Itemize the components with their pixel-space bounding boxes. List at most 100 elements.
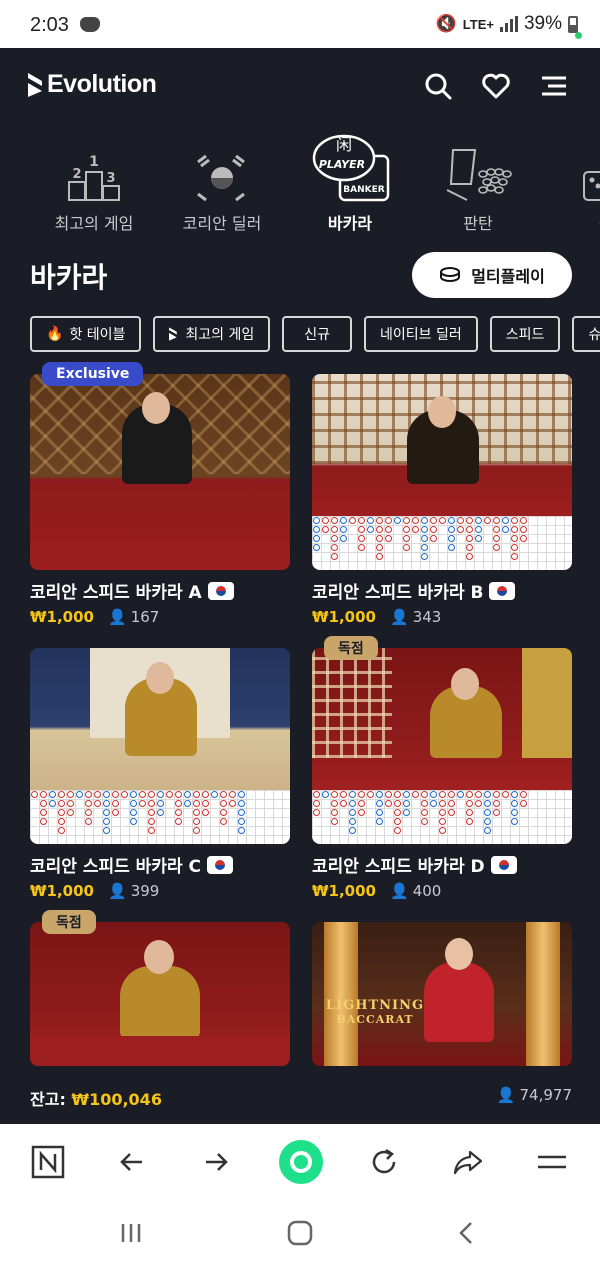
roadmap-dot [148, 818, 155, 825]
roadmap-dot [166, 791, 173, 798]
tab-dice[interactable]: 식 [546, 124, 600, 234]
system-nav-bar [0, 1200, 600, 1267]
roadmap-dot [40, 818, 47, 825]
player-count-text: 400 [412, 882, 442, 900]
back-button[interactable] [112, 1142, 152, 1182]
player-count-text: 399 [130, 882, 160, 900]
status-right: 🔇 LTE+ 39% [436, 13, 578, 35]
roadmap-dot [58, 827, 65, 834]
player-count: 👤 399 [108, 882, 159, 900]
roadmap-dot [394, 800, 401, 807]
roadmap-dot [349, 791, 356, 798]
refresh-icon [372, 1148, 396, 1174]
reload-button[interactable] [364, 1142, 404, 1182]
flame-icon: 🔥 [46, 326, 64, 342]
roadmap-dot [349, 827, 356, 834]
roadmap-dot [193, 818, 200, 825]
filter-top-games[interactable]: 최고의 게임 [153, 316, 271, 352]
privacy-dot-icon [575, 32, 582, 39]
game-thumbnail [30, 374, 290, 570]
roadmap-dot [493, 526, 500, 533]
roadmap-dot [448, 535, 455, 542]
roadmap-dot [157, 791, 164, 798]
roadmap-dot [130, 818, 137, 825]
roadmap-dot [493, 800, 500, 807]
roadmap-dot [313, 535, 320, 542]
roadmap-dot [448, 544, 455, 551]
roadmap-dot [340, 791, 347, 798]
player-count: 👤 167 [108, 608, 159, 626]
roadmap [312, 790, 572, 844]
player-count-text: 74,977 [519, 1086, 573, 1104]
roadmap-dot [385, 526, 392, 533]
roadmap-dot [58, 809, 65, 816]
roadmap-dot [313, 517, 320, 524]
roadmap-dot [358, 535, 365, 542]
battery-percent: 39% [523, 13, 562, 34]
filter-more[interactable]: 슈 [572, 316, 600, 352]
filter-speed[interactable]: 스피드 [489, 316, 561, 352]
recent-apps-icon[interactable] [116, 1218, 146, 1248]
roadmap-dot [448, 791, 455, 798]
roadmap-dot [331, 791, 338, 798]
game-thumbnail [312, 374, 572, 570]
roadmap-dot [385, 517, 392, 524]
roadmap-dot [40, 791, 47, 798]
share-icon [453, 1150, 483, 1175]
roadmap-dot [349, 809, 356, 816]
roadmap-dot [403, 517, 410, 524]
filter-native-dealer[interactable]: 네이티브 딜러 [364, 316, 478, 352]
network-type: LTE+ [462, 16, 494, 32]
roadmap-dot [385, 791, 392, 798]
roadmap-dot [175, 791, 182, 798]
roadmap-dot [49, 791, 56, 798]
player-count: 👤 74,977 [497, 1086, 572, 1104]
browser-menu-button[interactable] [532, 1142, 572, 1182]
roadmap-dot [238, 800, 245, 807]
roadmap-dot [184, 791, 191, 798]
green-dot-button[interactable] [278, 1139, 324, 1185]
player-count: 👤 400 [390, 882, 441, 900]
game-title: 코리안 스피드 바카라 D [312, 852, 517, 877]
roadmap-dot [367, 517, 374, 524]
roadmap-dot [193, 791, 200, 798]
filter-chips: 🔥 핫 테이블 최고의 게임 신규 네이티브 딜러 스피드 슈 [30, 316, 600, 352]
roadmap-dot [430, 535, 437, 542]
game-thumbnail [30, 648, 290, 844]
roadmap-dot [358, 526, 365, 533]
tab-baccarat[interactable]: BANKER PLAYER 闲 바카라 [290, 124, 410, 234]
roadmap-dot [511, 553, 518, 560]
tab-fantan[interactable]: 판탄 [418, 124, 538, 234]
roadmap-dot [148, 827, 155, 834]
home-icon[interactable] [285, 1218, 315, 1248]
roadmap-dot [67, 791, 74, 798]
favorites-heart-icon[interactable] [480, 70, 512, 102]
filter-new[interactable]: 신규 [282, 316, 353, 352]
evolution-logo[interactable]: Evolution [28, 70, 157, 99]
tab-top-games[interactable]: 12 3 최고의 게임 [34, 124, 154, 234]
roadmap-dot [349, 800, 356, 807]
roadmap-dot [103, 809, 110, 816]
search-icon[interactable] [422, 70, 454, 102]
chip-label: 슈 [588, 327, 600, 343]
filter-hot-tables[interactable]: 🔥 핫 테이블 [30, 316, 142, 352]
forward-button[interactable] [196, 1142, 236, 1182]
back-nav-icon[interactable] [452, 1218, 482, 1248]
roadmap-dot [493, 535, 500, 542]
roadmap-dot [457, 517, 464, 524]
roadmap-dot [313, 526, 320, 533]
roadmap-dot [238, 791, 245, 798]
roadmap-dot [484, 800, 491, 807]
share-button[interactable] [448, 1142, 488, 1182]
multiplay-button[interactable]: 멀티플레이 [412, 252, 572, 298]
dice-icon [583, 171, 600, 201]
brand-name: Evolution [47, 70, 157, 98]
menu-icon[interactable] [538, 70, 570, 102]
balance-label: 잔고: [30, 1090, 66, 1109]
game-title-text: 코리안 스피드 바카라 D [312, 857, 485, 877]
roadmap-dot [466, 553, 473, 560]
roadmap-dot [421, 517, 428, 524]
tab-korean-dealer[interactable]: 코리안 딜러 [162, 124, 282, 234]
naver-home-button[interactable] [28, 1142, 68, 1182]
roadmap-dot [211, 791, 218, 798]
